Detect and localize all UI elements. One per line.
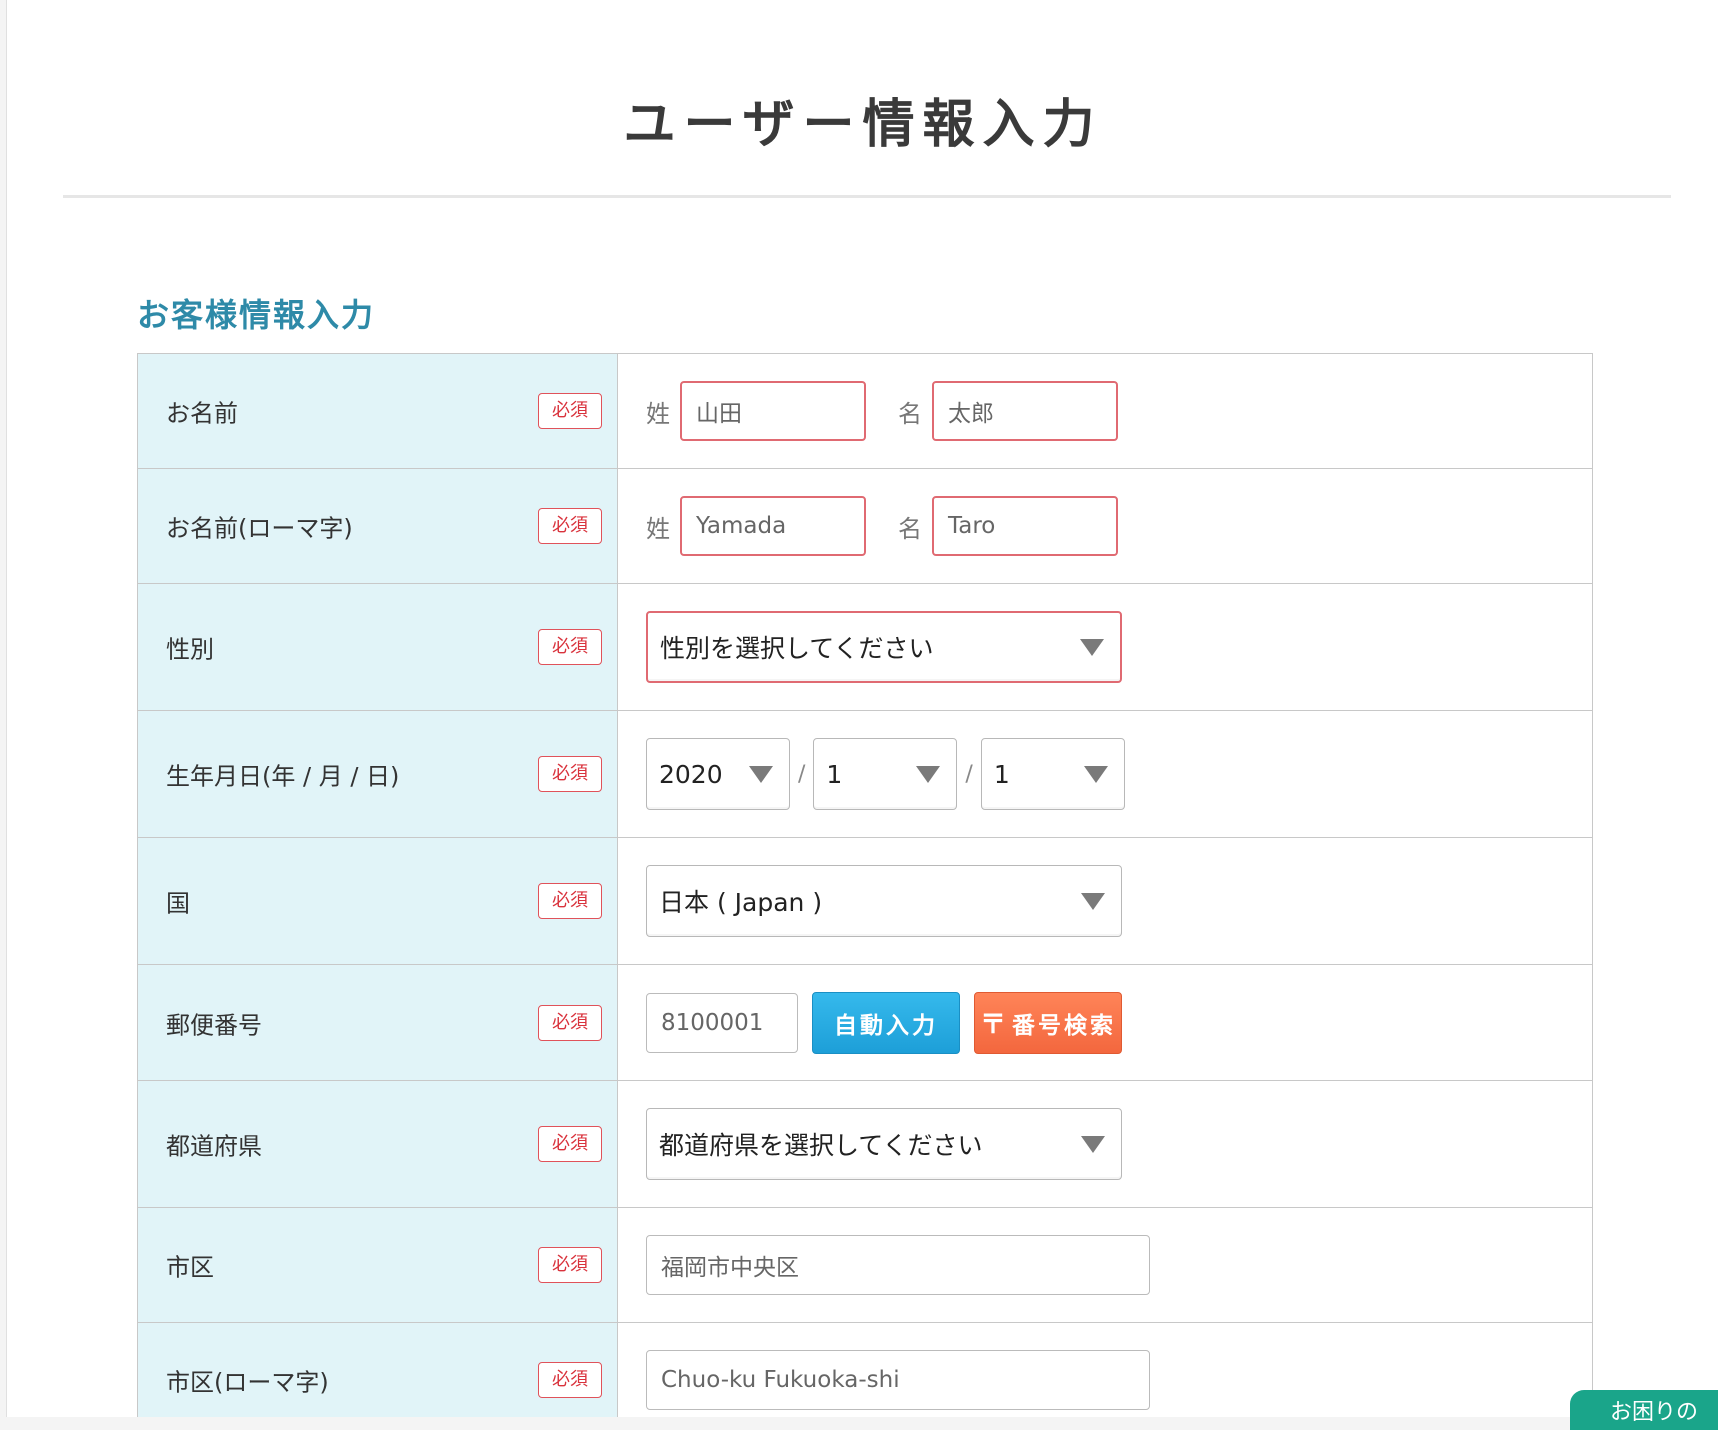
first-name-roman-placeholder: Taro [948, 513, 996, 539]
auto-fill-button[interactable]: 自動入力 [812, 991, 960, 1054]
label-cell: お名前 必須 [138, 354, 618, 468]
birth-year-select[interactable]: 2020 [646, 738, 790, 810]
first-name-roman-input[interactable]: Taro [932, 496, 1118, 556]
dropdown-arrow-icon [749, 765, 773, 783]
label-cell: 都道府県 必須 [138, 1081, 618, 1207]
postal-code-input[interactable]: 8100001 [646, 992, 798, 1053]
form-row-city-roman: 市区(ローマ字) 必須 Chuo-ku Fukuoka-shi [138, 1323, 1592, 1417]
value-cell: 福岡市中央区 [618, 1208, 1592, 1322]
label-cell: 性別 必須 [138, 584, 618, 710]
page-container: ユーザー情報入力 お客様情報入力 お名前 必須 姓 山田 名 太郎 お名前(ロー… [6, 0, 1718, 1417]
value-cell: Chuo-ku Fukuoka-shi [618, 1323, 1592, 1417]
customer-info-form: お名前 必須 姓 山田 名 太郎 お名前(ローマ字) 必須 姓 Yamada 名… [137, 353, 1593, 1417]
birth-day-select[interactable]: 1 [980, 738, 1125, 810]
help-tab-label: お困りの [1610, 1400, 1699, 1425]
gender-select-value: 性別を選択してください [660, 634, 934, 663]
form-row-prefecture: 都道府県 必須 都道府県を選択してください [138, 1081, 1592, 1208]
postal-code-placeholder: 8100001 [661, 1009, 764, 1036]
required-badge: 必須 [538, 1126, 602, 1162]
field-label-gender: 性別 [166, 635, 214, 664]
last-name-roman-label: 姓 [646, 514, 670, 543]
field-label-name-roman: お名前(ローマ字) [166, 514, 353, 543]
label-cell: 国 必須 [138, 838, 618, 964]
title-divider [63, 195, 1671, 198]
gender-select[interactable]: 性別を選択してください [646, 611, 1122, 683]
country-select-value: 日本 ( Japan ) [659, 888, 823, 917]
dropdown-arrow-icon [1080, 638, 1104, 656]
date-separator: / [965, 761, 973, 787]
last-name-input[interactable]: 山田 [680, 381, 866, 441]
value-cell: 2020 / 1 / 1 [618, 711, 1592, 837]
last-name-roman-input[interactable]: Yamada [680, 496, 866, 556]
value-cell: 都道府県を選択してください [618, 1081, 1592, 1207]
required-badge: 必須 [538, 756, 602, 792]
value-cell: 性別を選択してください [618, 584, 1592, 710]
field-label-name: お名前 [166, 399, 238, 428]
value-cell: 姓 Yamada 名 Taro [618, 469, 1592, 583]
field-label-country: 国 [166, 889, 190, 918]
form-row-name-roman: お名前(ローマ字) 必須 姓 Yamada 名 Taro [138, 469, 1592, 584]
required-badge: 必須 [538, 1362, 602, 1398]
birth-month-select[interactable]: 1 [813, 738, 958, 810]
form-row-gender: 性別 必須 性別を選択してください [138, 584, 1592, 711]
last-name-label: 姓 [646, 399, 670, 428]
postal-search-button[interactable]: 〒 番号検索 [974, 991, 1122, 1054]
form-row-name: お名前 必須 姓 山田 名 太郎 [138, 354, 1592, 469]
city-placeholder: 福岡市中央区 [661, 1255, 799, 1281]
field-label-prefecture: 都道府県 [166, 1132, 262, 1161]
last-name-roman-placeholder: Yamada [696, 513, 787, 539]
label-cell: 市区(ローマ字) 必須 [138, 1323, 618, 1417]
value-cell: 日本 ( Japan ) [618, 838, 1592, 964]
postal-mark-icon: 〒 [979, 1010, 1006, 1040]
dropdown-arrow-icon [1083, 765, 1108, 783]
form-row-city: 市区 必須 福岡市中央区 [138, 1208, 1592, 1323]
label-cell: 郵便番号 必須 [138, 965, 618, 1080]
required-badge: 必須 [538, 1004, 602, 1041]
page-title: ユーザー情報入力 [623, 95, 1103, 155]
first-name-roman-label: 名 [898, 514, 922, 543]
city-roman-input[interactable]: Chuo-ku Fukuoka-shi [646, 1350, 1150, 1410]
last-name-placeholder: 山田 [696, 401, 742, 427]
value-cell: 8100001 自動入力 〒 番号検索 [618, 965, 1592, 1080]
postal-search-button-label: 番号検索 [1012, 1012, 1116, 1039]
auto-fill-button-label: 自動入力 [834, 1012, 938, 1039]
dropdown-arrow-icon [1081, 892, 1105, 910]
city-roman-placeholder: Chuo-ku Fukuoka-shi [661, 1367, 900, 1393]
field-label-birthdate: 生年月日(年 / 月 / 日) [166, 762, 400, 791]
label-cell: お名前(ローマ字) 必須 [138, 469, 618, 583]
form-row-country: 国 必須 日本 ( Japan ) [138, 838, 1592, 965]
birth-year-value: 2020 [659, 759, 723, 789]
form-row-postal: 郵便番号 必須 8100001 自動入力 〒 番号検索 [138, 965, 1592, 1081]
required-badge: 必須 [538, 883, 602, 919]
form-row-birthdate: 生年月日(年 / 月 / 日) 必須 2020 / 1 / 1 [138, 711, 1592, 838]
help-tab[interactable]: お困りの [1570, 1390, 1718, 1430]
section-heading: お客様情報入力 [137, 296, 376, 334]
field-label-postal: 郵便番号 [166, 1011, 262, 1039]
field-label-city: 市区 [166, 1253, 214, 1282]
label-cell: 市区 必須 [138, 1208, 618, 1322]
dropdown-arrow-icon [1081, 1135, 1105, 1153]
required-badge: 必須 [538, 629, 602, 665]
prefecture-select[interactable]: 都道府県を選択してください [646, 1108, 1122, 1180]
required-badge: 必須 [538, 1247, 602, 1283]
first-name-placeholder: 太郎 [948, 401, 994, 427]
value-cell: 姓 山田 名 太郎 [618, 354, 1592, 468]
city-input[interactable]: 福岡市中央区 [646, 1235, 1150, 1295]
label-cell: 生年月日(年 / 月 / 日) 必須 [138, 711, 618, 837]
dropdown-arrow-icon [916, 765, 941, 783]
required-badge: 必須 [538, 508, 602, 544]
first-name-input[interactable]: 太郎 [932, 381, 1118, 441]
birth-day-value: 1 [993, 759, 1010, 789]
field-label-city-roman: 市区(ローマ字) [166, 1368, 329, 1397]
date-separator: / [798, 761, 806, 787]
country-select[interactable]: 日本 ( Japan ) [646, 865, 1122, 937]
first-name-label: 名 [898, 399, 922, 428]
prefecture-select-value: 都道府県を選択してください [659, 1131, 983, 1160]
required-badge: 必須 [538, 393, 602, 429]
birth-month-value: 1 [826, 759, 843, 789]
